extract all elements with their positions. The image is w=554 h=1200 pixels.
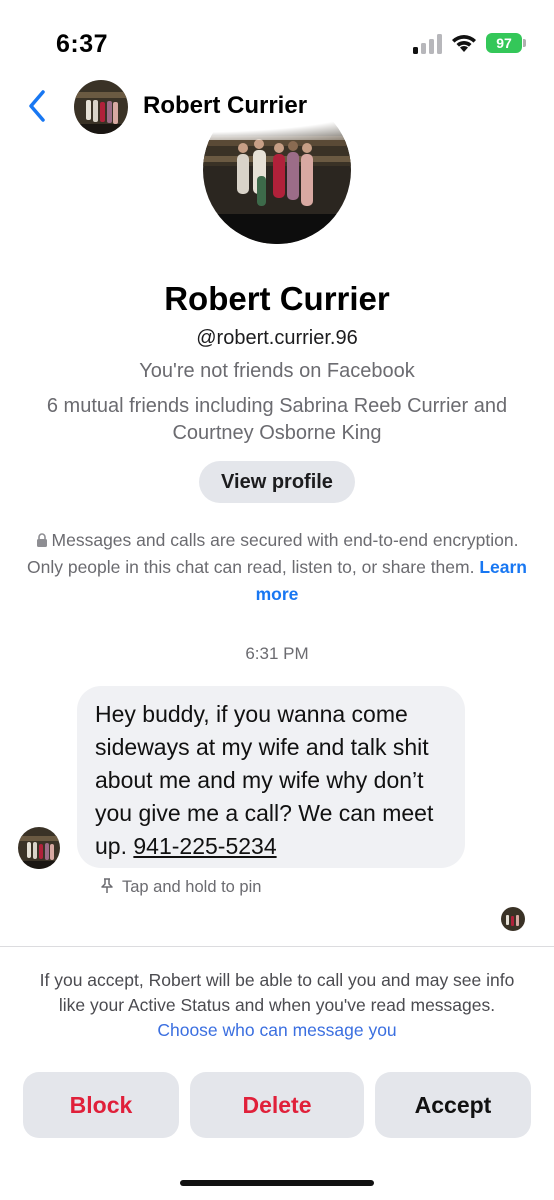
chevron-left-icon[interactable] (24, 88, 52, 124)
battery-cap (523, 39, 526, 47)
pin-icon (101, 878, 113, 893)
friend-status: You're not friends on Facebook (139, 360, 415, 382)
avatar-photo (501, 907, 525, 931)
header-avatar[interactable] (74, 80, 128, 134)
accept-button[interactable]: Accept (375, 1072, 531, 1138)
pin-hint-text: Tap and hold to pin (122, 878, 262, 896)
lock-icon (36, 533, 47, 547)
accept-info-text: If you accept, Robert will be able to ca… (39, 970, 515, 1015)
pin-hint: Tap and hold to pin (100, 878, 261, 897)
accept-info: If you accept, Robert will be able to ca… (30, 968, 524, 1043)
message-timestamp: 6:31 PM (245, 644, 309, 663)
mutual-friends: 6 mutual friends including Sabrina Reeb … (46, 395, 508, 444)
profile-name: Robert Currier (164, 280, 390, 317)
delete-button[interactable]: Delete (190, 1072, 364, 1138)
avatar-photo (18, 827, 60, 869)
profile-username: @robert.currier.96 (196, 327, 358, 349)
encryption-notice: Messages and calls are secured with end-… (22, 527, 532, 608)
encryption-text: Messages and calls are secured with end-… (27, 530, 519, 577)
battery-level: 97 (496, 35, 512, 51)
status-bar: 6:37 97 (0, 0, 554, 80)
view-profile-button[interactable]: View profile (199, 461, 355, 503)
status-time: 6:37 (56, 30, 109, 58)
message-bubble[interactable]: Hey buddy, if you wanna come sideways at… (77, 686, 465, 868)
wifi-icon (452, 35, 476, 52)
avatar-photo (74, 80, 128, 134)
home-indicator[interactable] (180, 1180, 374, 1186)
battery-indicator: 97 (486, 33, 522, 53)
sender-avatar[interactable] (18, 827, 60, 869)
header-title[interactable]: Robert Currier (143, 92, 307, 120)
cellular-signal-icon (413, 34, 442, 54)
block-button[interactable]: Block (23, 1072, 179, 1138)
seen-indicator-avatar (501, 907, 525, 931)
divider (0, 946, 554, 947)
phone-number-link[interactable]: 941-225-5234 (133, 833, 276, 859)
choose-who-can-message-link[interactable]: Choose who can message you (157, 1020, 396, 1040)
